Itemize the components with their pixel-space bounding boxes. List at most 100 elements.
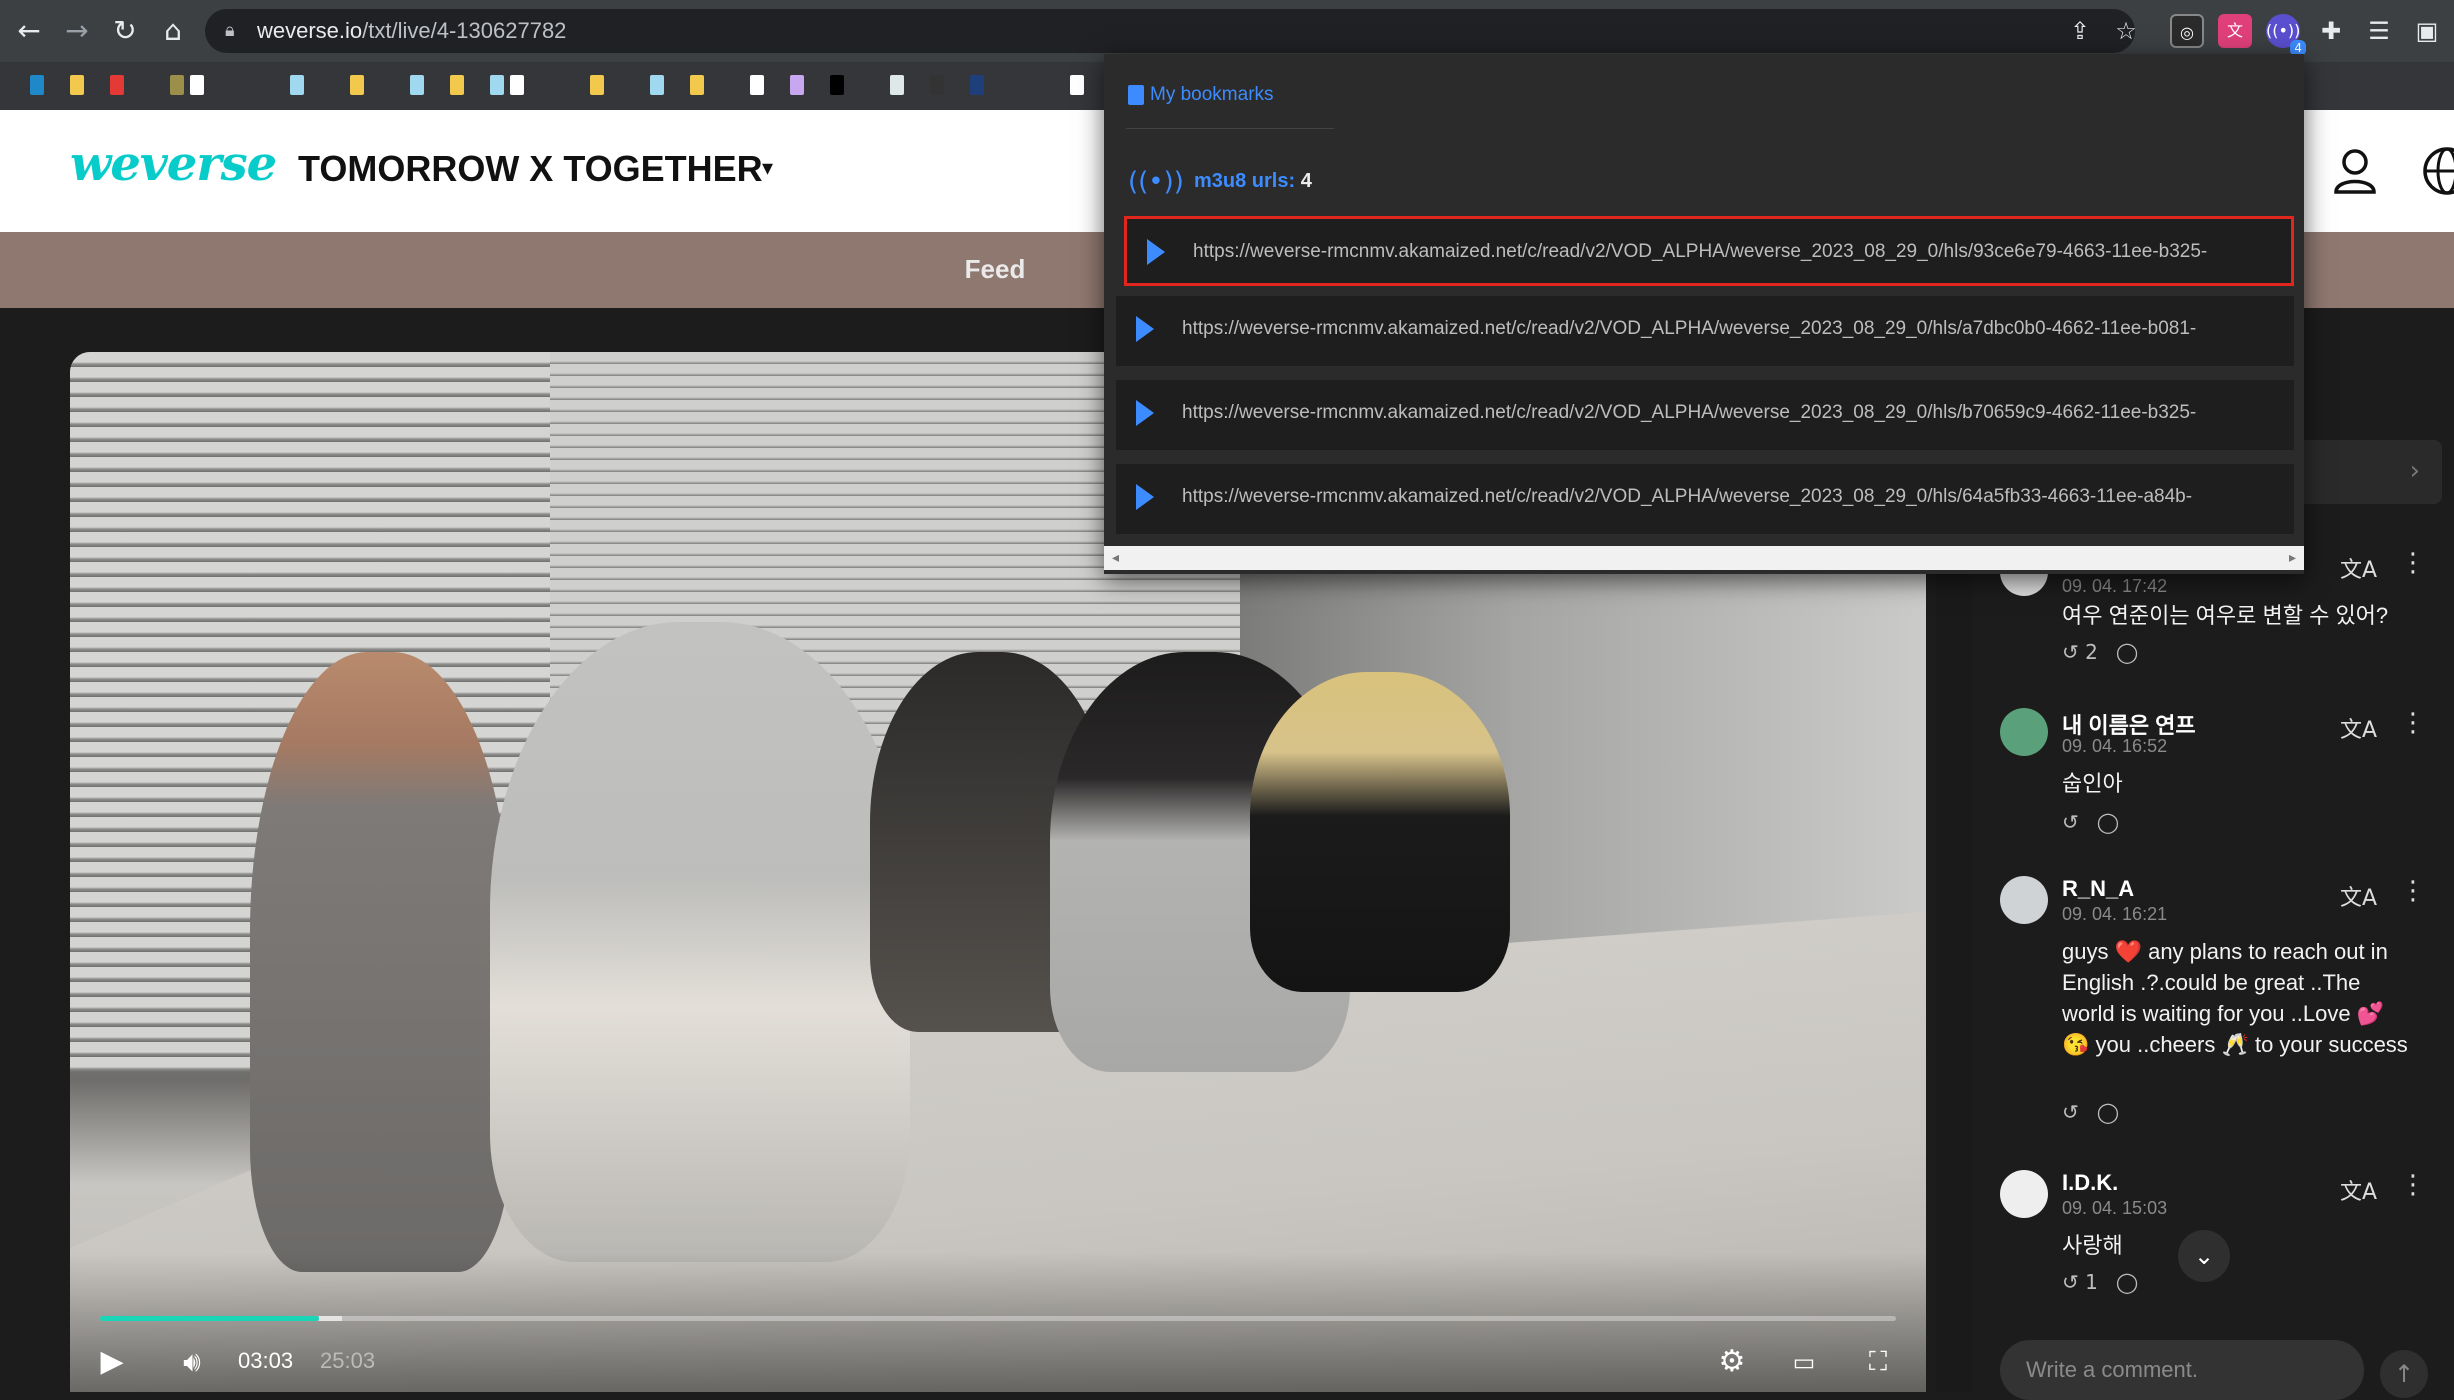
translate-icon[interactable]: 文A bbox=[2340, 880, 2377, 912]
comment-author[interactable]: I.D.K. bbox=[2062, 1170, 2118, 1196]
volume-icon[interactable]: 🔊︎ bbox=[170, 1342, 214, 1382]
side-panel-icon[interactable]: ▣ bbox=[2410, 14, 2444, 48]
m3u8-url-row[interactable]: https://weverse-rmcnmv.akamaized.net/c/r… bbox=[1124, 216, 2294, 286]
scroll-right-icon[interactable]: ▸ bbox=[2289, 546, 2296, 570]
chevron-down-icon[interactable]: ▾ bbox=[762, 156, 773, 181]
reply-icon[interactable]: ↺ bbox=[2062, 810, 2079, 834]
address-bar[interactable]: 🔒︎ weverse.io/txt/live/4-130627782 ⇪ ☆ bbox=[205, 9, 2137, 53]
reload-button[interactable]: ↻ bbox=[106, 12, 144, 50]
comment-bubble-icon[interactable]: ◯ bbox=[2116, 1270, 2138, 1294]
play-icon[interactable] bbox=[1136, 484, 1154, 510]
bookmark-favicon[interactable] bbox=[930, 75, 944, 95]
play-icon[interactable]: ▶ bbox=[92, 1342, 132, 1382]
comment-bubble-icon[interactable]: ◯ bbox=[2097, 1100, 2119, 1124]
play-icon[interactable] bbox=[1136, 316, 1154, 342]
url-host: weverse.io bbox=[257, 18, 363, 43]
url-text[interactable]: weverse.io/txt/live/4-130627782 bbox=[257, 18, 566, 44]
scroll-down-button[interactable]: ⌄ bbox=[2178, 1230, 2230, 1282]
m3u8-url-row[interactable]: https://weverse-rmcnmv.akamaized.net/c/r… bbox=[1116, 296, 2294, 366]
user-icon[interactable] bbox=[2326, 142, 2384, 200]
broadcast-icon: ((•)) bbox=[1128, 167, 1184, 197]
fullscreen-icon[interactable]: ⛶ bbox=[1856, 1342, 1900, 1382]
bookmark-favicon[interactable] bbox=[690, 75, 704, 95]
avatar[interactable] bbox=[2000, 1170, 2048, 1218]
horizontal-scrollbar[interactable]: ◂ ▸ bbox=[1104, 546, 2304, 570]
bookmark-favicon[interactable] bbox=[890, 75, 904, 95]
comment-item: 내 이름은 연프 09. 04. 16:52 숩인아 文A ⋮ ↺ ◯ bbox=[2000, 708, 2426, 858]
m3u8-url[interactable]: https://weverse-rmcnmv.akamaized.net/c/r… bbox=[1182, 318, 2196, 340]
comment-author[interactable]: R_N_A bbox=[2062, 876, 2134, 902]
bookmark-favicon[interactable] bbox=[510, 75, 524, 95]
m3u8-url[interactable]: https://weverse-rmcnmv.akamaized.net/c/r… bbox=[1182, 402, 2196, 424]
bookmark-favicon[interactable] bbox=[450, 75, 464, 95]
reply-icon[interactable]: ↺ bbox=[2062, 1100, 2079, 1124]
scroll-left-icon[interactable]: ◂ bbox=[1112, 546, 1119, 570]
bookmark-favicon[interactable] bbox=[1070, 75, 1084, 95]
reply-icon[interactable]: ↺ 1 bbox=[2062, 1270, 2098, 1294]
more-icon[interactable]: ⋮ bbox=[2400, 876, 2426, 906]
bookmark-favicon[interactable] bbox=[70, 75, 84, 95]
m3u8-url-row[interactable]: https://weverse-rmcnmv.akamaized.net/c/r… bbox=[1116, 464, 2294, 534]
video-progress-bar[interactable] bbox=[100, 1316, 1896, 1321]
bookmark-favicon[interactable] bbox=[650, 75, 664, 95]
bookmark-favicon[interactable] bbox=[750, 75, 764, 95]
theater-icon[interactable]: ▭ bbox=[1782, 1342, 1826, 1382]
bookmark-favicon[interactable] bbox=[790, 75, 804, 95]
bookmark-favicon[interactable] bbox=[410, 75, 424, 95]
m3u8-url[interactable]: https://weverse-rmcnmv.akamaized.net/c/r… bbox=[1193, 241, 2207, 263]
bookmark-icon bbox=[1128, 84, 1144, 105]
bookmark-favicon[interactable] bbox=[350, 75, 364, 95]
play-icon[interactable] bbox=[1147, 239, 1165, 265]
tab-feed[interactable]: Feed bbox=[940, 254, 1050, 285]
play-icon[interactable] bbox=[1136, 400, 1154, 426]
extension-translate-icon[interactable]: 文 bbox=[2218, 14, 2252, 48]
home-button[interactable]: ⌂ bbox=[154, 12, 192, 50]
extension-m3u8-icon[interactable]: ((•)) 4 bbox=[2266, 14, 2306, 56]
avatar[interactable] bbox=[2000, 876, 2048, 924]
more-icon[interactable]: ⋮ bbox=[2400, 1170, 2426, 1200]
bookmark-favicon[interactable] bbox=[290, 75, 304, 95]
share-icon[interactable]: ⇪ bbox=[2065, 16, 2095, 46]
comment-bubble-icon[interactable]: ◯ bbox=[2116, 640, 2138, 664]
my-bookmarks-link[interactable]: My bookmarks bbox=[1128, 84, 1274, 106]
translate-icon[interactable]: 文A bbox=[2340, 552, 2377, 584]
extension-popup: My bookmarks ((•)) m3u8 urls: 4 https://… bbox=[1104, 54, 2304, 574]
browser-toolbar: ← → ↻ ⌂ 🔒︎ weverse.io/txt/live/4-1306277… bbox=[0, 0, 2454, 62]
translate-icon[interactable]: 文A bbox=[2340, 1174, 2377, 1206]
m3u8-url[interactable]: https://weverse-rmcnmv.akamaized.net/c/r… bbox=[1182, 486, 2192, 508]
reply-icon[interactable]: ↺ 2 bbox=[2062, 640, 2098, 664]
bookmark-favicon[interactable] bbox=[490, 75, 504, 95]
avatar[interactable] bbox=[2000, 708, 2048, 756]
url-path: /txt/live/4-130627782 bbox=[362, 18, 567, 43]
comment-bubble-icon[interactable]: ◯ bbox=[2097, 810, 2119, 834]
comment-body: 숩인아 bbox=[2062, 771, 2123, 796]
bookmark-favicon[interactable] bbox=[590, 75, 604, 95]
translate-icon[interactable]: 文A bbox=[2340, 712, 2377, 744]
more-icon[interactable]: ⋮ bbox=[2400, 708, 2426, 738]
time-total: 25:03 bbox=[320, 1348, 376, 1373]
bookmark-favicon[interactable] bbox=[170, 75, 184, 95]
bookmark-favicon[interactable] bbox=[110, 75, 124, 95]
lock-icon[interactable]: 🔒︎ bbox=[225, 20, 247, 42]
comment-input[interactable] bbox=[2000, 1340, 2364, 1400]
back-button[interactable]: ← bbox=[10, 12, 48, 50]
m3u8-url-row[interactable]: https://weverse-rmcnmv.akamaized.net/c/r… bbox=[1116, 380, 2294, 450]
weverse-logo[interactable]: weverse bbox=[70, 136, 277, 192]
bookmark-favicon[interactable] bbox=[830, 75, 844, 95]
forward-button[interactable]: → bbox=[58, 12, 96, 50]
more-icon[interactable]: ⋮ bbox=[2400, 548, 2426, 578]
gear-icon[interactable]: ⚙ bbox=[1710, 1342, 1754, 1382]
bookmark-favicon[interactable] bbox=[190, 75, 204, 95]
reading-list-icon[interactable]: ☰ bbox=[2362, 14, 2396, 48]
send-icon[interactable]: ↑ bbox=[2380, 1350, 2428, 1398]
bookmark-favicon[interactable] bbox=[970, 75, 984, 95]
star-icon[interactable]: ☆ bbox=[2111, 16, 2141, 46]
bookmark-favicon[interactable] bbox=[30, 75, 44, 95]
comment-date: 09. 04. 16:52 bbox=[2062, 736, 2168, 756]
extension-glasses-icon[interactable]: ◎ bbox=[2170, 14, 2204, 48]
globe-icon[interactable] bbox=[2418, 142, 2454, 200]
puzzle-icon[interactable]: ✚ bbox=[2314, 14, 2348, 48]
chevron-right-icon: › bbox=[2409, 456, 2420, 486]
comment-body: 여우 연준이는 여우로 변할 수 있어? bbox=[2062, 603, 2389, 628]
artist-name[interactable]: TOMORROW X TOGETHER bbox=[298, 148, 763, 190]
